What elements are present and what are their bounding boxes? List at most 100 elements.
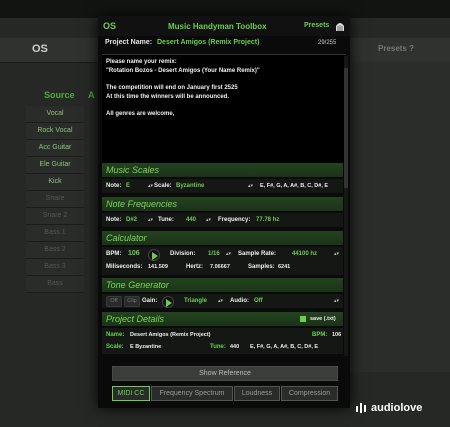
music-scales-row: Note: E ▴▾ Scale: Byzantine ▴▾ E, F#, G,…	[102, 179, 343, 193]
tune-label: Tune:	[158, 217, 174, 223]
division-arrows-icon[interactable]: ▴▾	[226, 251, 231, 257]
audio-output-select[interactable]: Off	[254, 298, 263, 304]
notes-line: All genres are welcome,	[106, 111, 175, 117]
tone-clip-indicator: Clip	[124, 296, 140, 307]
notes-textarea[interactable]: Please name your remix: "Rotation Bozos …	[102, 54, 346, 175]
tone-generator-row: Off Clip Gain: Triangle ▴▾ Audio: Off ▴▾	[102, 294, 343, 308]
background-right-panel	[346, 62, 450, 372]
audio-arrows-icon[interactable]: ▴▾	[334, 298, 339, 304]
tune-select[interactable]: 440	[186, 217, 196, 223]
toolbox-window: OS Music Handyman Toolbox Presets Projec…	[98, 16, 350, 408]
freq-note-select[interactable]: D#2	[126, 217, 137, 223]
background-source-heading: Source	[44, 90, 75, 100]
notes-line: At this time the winners will be announc…	[106, 94, 230, 100]
notes-line: "Rotation Bozos - Desert Amigos (Your Na…	[106, 68, 260, 74]
project-name-field[interactable]: Desert Amigos (Remix Project)	[157, 39, 259, 46]
background-source-item[interactable]: Vocal	[26, 106, 84, 123]
scale-note-arrows-icon[interactable]: ▴▾	[148, 183, 153, 189]
division-select[interactable]: 1/16	[208, 251, 220, 257]
calculator-title: Calculator	[106, 233, 147, 243]
details-notes-output: E, F#, G, A, A#, B, C, D#, E	[250, 344, 319, 350]
bpm-label: BPM:	[106, 251, 122, 257]
note-frequencies-header: Note Frequencies	[102, 197, 343, 211]
char-count: 29/255	[318, 40, 337, 46]
scale-select[interactable]: Byzantine	[176, 183, 204, 189]
background-presets-menu[interactable]: Presets ?	[378, 44, 414, 53]
calculator-header: Calculator	[102, 231, 343, 245]
miliseconds-label: Miliseconds:	[106, 264, 143, 270]
project-details-rows: Name: Desert Amigos (Remix Project) BPM:…	[102, 328, 343, 354]
app-logo: OS	[103, 21, 117, 31]
background-source-item[interactable]: Snare	[26, 191, 84, 208]
tone-off-button[interactable]: Off	[106, 296, 122, 307]
details-bpm-label: BPM:	[312, 332, 328, 338]
title-bar: OS Music Handyman Toolbox Presets	[98, 16, 350, 36]
frequency-value: 77.78 hz	[256, 217, 280, 223]
save-txt-label[interactable]: save (.txt)	[310, 316, 336, 322]
sample-rate-label: Sample Rate:	[238, 251, 277, 257]
details-tune-value: 440	[230, 344, 240, 350]
presets-menu[interactable]: Presets	[304, 22, 329, 29]
music-scales-header: Music Scales	[102, 163, 343, 177]
hertz-value: 7.06667	[210, 264, 230, 270]
notes-line: The competition will end on January firs…	[106, 85, 238, 91]
hand-icon[interactable]	[334, 20, 346, 32]
details-scale-value: E Byzantine	[130, 344, 162, 350]
background-source-item[interactable]: Bass	[26, 276, 84, 293]
gain-label: Gain:	[142, 298, 158, 304]
background-source-item[interactable]: Snare 2	[26, 208, 84, 225]
background-source-item[interactable]: Rock Vocal	[26, 123, 84, 140]
scale-label: Scale:	[154, 183, 172, 189]
freq-note-arrows-icon[interactable]: ▴▾	[148, 217, 153, 223]
background-a-heading: A	[88, 90, 95, 100]
hertz-label: Hertz:	[186, 264, 204, 270]
details-name-value: Desert Amigos (Remix Project)	[130, 332, 211, 338]
notes-line: Please name your remix:	[106, 59, 177, 65]
project-details-header: Project Details save (.txt)	[102, 312, 343, 326]
bpm-field[interactable]: 106	[128, 250, 140, 257]
note-frequencies-row: Note: D#2 ▴▾ Tune: 440 ▴▾ Frequency: 77.…	[102, 213, 343, 227]
tap-play-icon[interactable]	[152, 252, 158, 260]
scale-arrows-icon[interactable]: ▴▾	[248, 183, 253, 189]
note-frequencies-title: Note Frequencies	[106, 199, 178, 209]
tune-arrows-icon[interactable]: ▴▾	[206, 217, 211, 223]
sample-rate-arrows-icon[interactable]: ▴▾	[334, 251, 339, 257]
show-reference-button[interactable]: Show Reference	[112, 366, 338, 381]
watermark: audiolove	[371, 402, 423, 414]
samples-value: 6241	[278, 264, 291, 270]
scrollbar-thumb[interactable]	[344, 68, 348, 188]
details-scale-label: Scale:	[106, 344, 124, 350]
background-source-item[interactable]: Bass 3	[26, 259, 84, 276]
freq-note-label: Note:	[106, 217, 122, 223]
background-source-item[interactable]: Bass 1	[26, 225, 84, 242]
gain-play-icon[interactable]	[166, 299, 172, 307]
calculator-rows: BPM: 106 Division: 1/16 ▴▾ Sample Rate: …	[102, 247, 343, 275]
window-title: Music Handyman Toolbox	[168, 22, 267, 31]
background-source-item[interactable]: Ele Guitar	[26, 157, 84, 174]
project-details-title: Project Details	[106, 314, 165, 324]
background-source-item[interactable]: Bass 2	[26, 242, 84, 259]
waveform-select[interactable]: Triangle	[184, 298, 207, 304]
audio-label: Audio:	[230, 298, 249, 304]
scale-notes-output: E, F#, G, A, A#, B, C, D#, E	[260, 183, 329, 189]
samples-label: Samples:	[248, 264, 275, 270]
audiolove-logo-icon	[356, 403, 366, 413]
background-source-item[interactable]: Acc Guitar	[26, 140, 84, 157]
details-tune-label: Tune:	[210, 344, 226, 350]
tab-frequency-spectrum[interactable]: Frequency Spectrum	[151, 386, 233, 401]
tab-compression[interactable]: Compression	[281, 386, 338, 401]
frequency-label: Frequency:	[218, 217, 251, 223]
waveform-arrows-icon[interactable]: ▴▾	[218, 298, 223, 304]
tone-generator-title: Tone Generator	[106, 280, 169, 290]
background-logo: OS	[32, 43, 48, 55]
tab-loudness[interactable]: Loudness	[234, 386, 280, 401]
save-checkbox[interactable]	[300, 316, 306, 322]
music-scales-title: Music Scales	[106, 165, 160, 175]
sample-rate-select[interactable]: 44100 hz	[292, 251, 317, 257]
tab-midi-cc[interactable]: MIDI CC	[112, 386, 150, 401]
background-source-item[interactable]: Kick	[26, 174, 84, 191]
scale-note-select[interactable]: E	[126, 183, 130, 189]
tone-generator-header: Tone Generator	[102, 278, 343, 292]
scale-note-label: Note:	[106, 183, 122, 189]
details-name-label: Name:	[106, 332, 125, 338]
